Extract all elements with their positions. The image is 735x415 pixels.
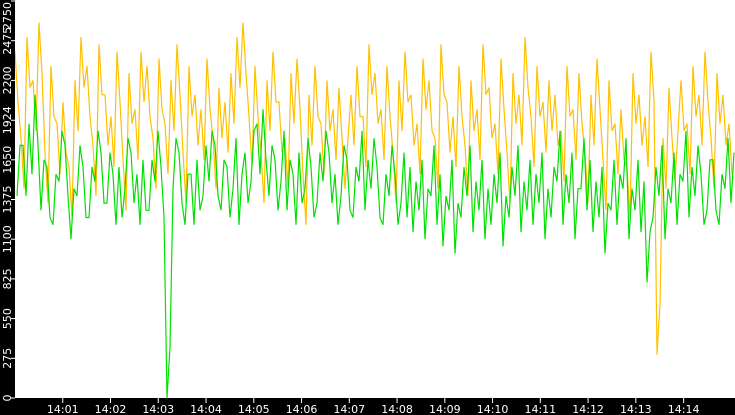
x-tick-label: 14:04 (190, 403, 222, 415)
x-tick-label: 14:01 (47, 403, 79, 415)
y-tick-label: 275 (1, 348, 14, 369)
x-tick-label: 14:07 (333, 403, 365, 415)
y-tick-label: 2200 (1, 66, 14, 94)
x-tick-label: 14:12 (572, 403, 604, 415)
series-line-green (16, 94, 735, 399)
chart: 0 275 550 825 1100 1375 1650 1924 2200 2475 2750 14… (0, 0, 735, 415)
x-tick-label: 14:03 (142, 403, 174, 415)
y-tick-label: 1100 (1, 225, 14, 253)
y-tick-label: 2750 (1, 2, 14, 30)
y-tick-label: 550 (1, 308, 14, 329)
y-tick-label: 1924 (1, 106, 14, 134)
x-tick-label: 14:06 (286, 403, 318, 415)
y-tick-label: 825 (1, 268, 14, 289)
chart-svg: 0275550825110013751650192422002475275014… (0, 0, 735, 415)
y-tick-label: 0 (1, 395, 14, 402)
series-line-orange (14, 22, 733, 355)
y-tick-label: 1375 (1, 186, 14, 214)
x-tick-label: 14:09 (429, 403, 461, 415)
x-tick-label: 14:02 (95, 403, 127, 415)
x-tick-label: 14:10 (477, 403, 509, 415)
x-tick-label: 14:05 (238, 403, 270, 415)
x-tick-label: 14:14 (668, 403, 700, 415)
x-tick-label: 14:11 (524, 403, 556, 415)
x-tick-label: 14:08 (381, 403, 413, 415)
x-tick-label: 14:13 (620, 403, 652, 415)
y-tick-label: 1650 (1, 146, 14, 174)
